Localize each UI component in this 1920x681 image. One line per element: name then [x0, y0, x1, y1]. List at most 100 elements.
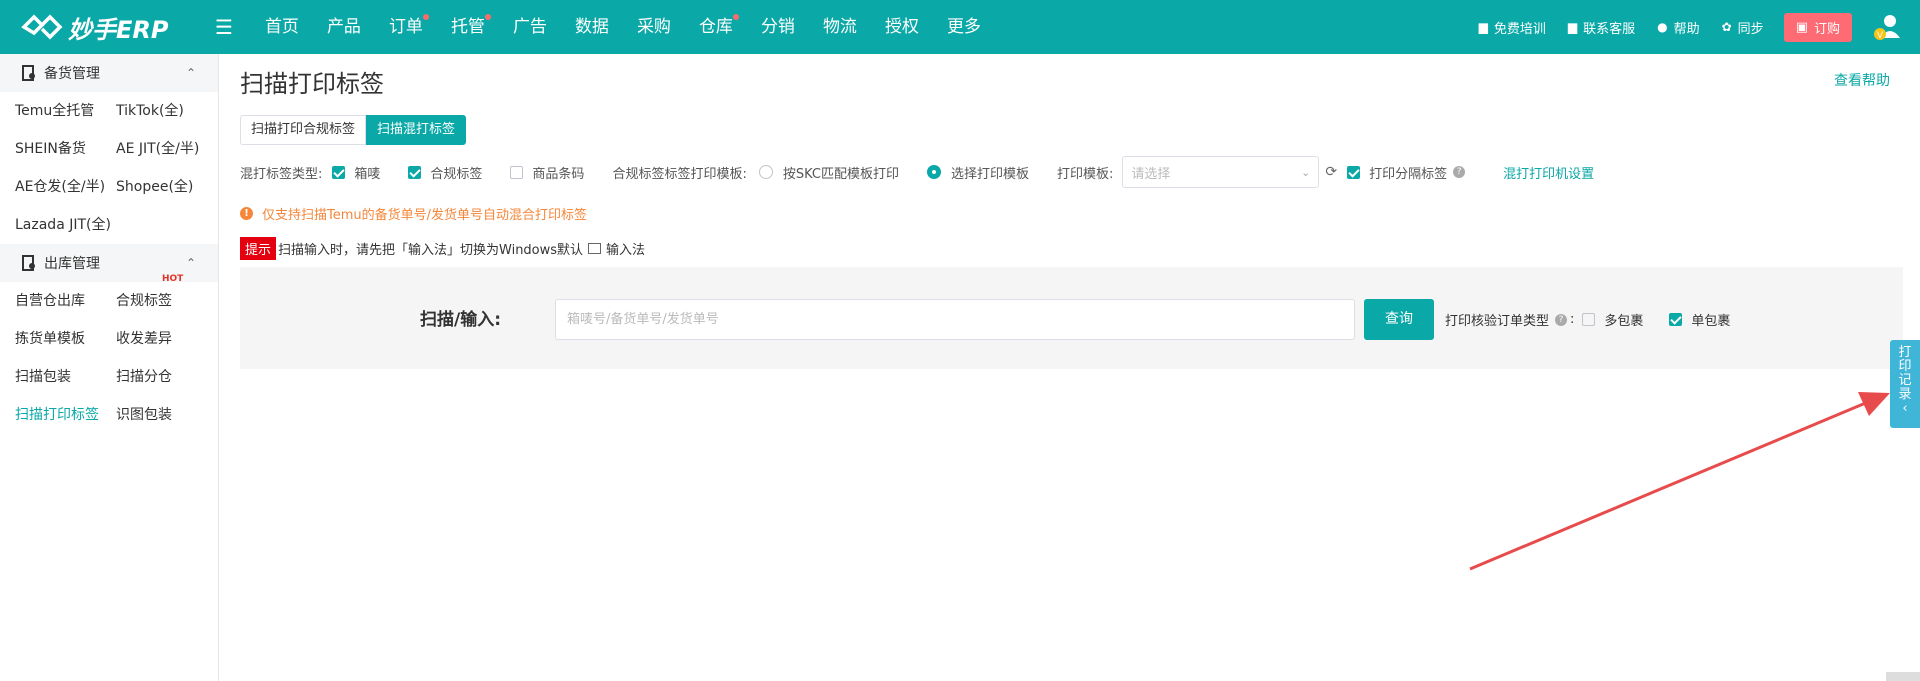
page-title: 扫描打印标签: [240, 70, 384, 98]
nav-item[interactable]: 采购: [623, 0, 685, 54]
sidebar-item[interactable]: 合规标签 HOT: [116, 274, 226, 320]
nav-item[interactable]: 授权: [871, 0, 933, 54]
scrollbar[interactable]: [1886, 672, 1920, 681]
compliance-label-checkbox[interactable]: 合规标签: [408, 163, 482, 182]
print-template-select[interactable]: 请选择 ⌄: [1122, 156, 1320, 188]
sidebar: 备货管理 ⌃ Temu全托管 TikTok(全) SHEIN备货 AE JIT(全/半…: [0, 54, 219, 681]
question-icon[interactable]: ?: [1453, 166, 1466, 178]
radio-skc-label: 按SKC匹配模板打印: [782, 166, 899, 182]
nav-item[interactable]: 首页: [251, 0, 313, 54]
logo-text: 妙手ERP: [68, 15, 169, 44]
nav-item[interactable]: 广告: [499, 0, 561, 54]
checkbox-checked-icon: [1669, 313, 1683, 326]
nav-item[interactable]: 仓库: [685, 0, 747, 54]
order-label: 订购: [1813, 21, 1840, 37]
box-mark-label: 箱唛: [354, 166, 381, 182]
sidebar-item[interactable]: 收发差异: [116, 320, 226, 358]
side-tab-char: 打: [1898, 345, 1912, 360]
checkbox-unchecked-icon: [1582, 313, 1596, 326]
nav-item[interactable]: 更多: [933, 0, 995, 54]
sidebar-item[interactable]: 扫描打印标签: [15, 396, 116, 434]
sidebar-group-stock-title: 备货管理: [44, 66, 100, 82]
main-content: 扫描打印标签 查看帮助 扫描打印合规标签 扫描混打标签 混打标签类型: 箱唛 合…: [219, 54, 1920, 681]
help-link[interactable]: ● 帮助: [1657, 18, 1700, 37]
sync-label: 同步: [1737, 21, 1764, 37]
nav-item[interactable]: 物流: [809, 0, 871, 54]
info-icon: !: [240, 207, 253, 220]
chevron-up-icon: ⌃: [185, 66, 196, 80]
top-navbar: 妙手ERP ☰ 首页 产品 订单 托管 广告 数据 采购 仓库 分销 物流 授权 更多 ▆ 免费培训 ▆…: [0, 0, 1920, 54]
tab-compliance-label[interactable]: 扫描打印合规标签: [240, 115, 367, 145]
sidebar-item[interactable]: 扫描分仓: [116, 358, 226, 396]
print-separator-label: 打印分隔标签: [1369, 166, 1448, 182]
tab-mixed-label[interactable]: 扫描混打标签: [366, 115, 467, 145]
free-training-link[interactable]: ▆ 免费培训: [1479, 18, 1546, 37]
tab-bar: 扫描打印合规标签 扫描混打标签: [240, 115, 467, 145]
sync-link[interactable]: ✿ 同步: [1722, 18, 1764, 37]
nav-item-label: 采购: [636, 17, 671, 37]
sidebar-item-label: 收发差异: [116, 331, 172, 347]
order-button[interactable]: ▣ 订购: [1783, 12, 1852, 42]
contact-support-label: 联系客服: [1583, 21, 1636, 37]
sidebar-item[interactable]: 扫描包装: [15, 358, 116, 396]
sidebar-item-label: 扫描分仓: [116, 369, 172, 385]
sidebar-group-outbound[interactable]: 出库管理 ⌃: [0, 244, 218, 282]
chevron-up-icon: ⌃: [185, 256, 196, 270]
tip-text: 扫描输入时，请先把「输入法」切换为Windows默认: [278, 243, 584, 258]
contact-support-link[interactable]: ▆ 联系客服: [1568, 18, 1635, 37]
checkbox-checked-icon: [408, 165, 422, 179]
query-button[interactable]: 查询: [1364, 299, 1434, 340]
scan-input[interactable]: 箱唛号/备货单号/发货单号: [555, 299, 1355, 340]
print-separator-checkbox[interactable]: 打印分隔标签?: [1347, 163, 1466, 182]
multi-package-label: 多包裹: [1604, 314, 1644, 329]
scan-panel: 扫描/输入: 箱唛号/备货单号/发货单号 查询 打印核验订单类型 ? : 多包裹…: [240, 267, 1903, 369]
sidebar-item[interactable]: TikTok(全): [116, 92, 226, 130]
notice-message: ! 仅支持扫描Temu的备货单号/发货单号自动混合打印标签: [240, 204, 587, 223]
refresh-icon[interactable]: ⟳: [1325, 164, 1337, 180]
sidebar-item[interactable]: Lazada JIT(全): [15, 206, 116, 244]
sidebar-item[interactable]: Shopee(全): [116, 168, 226, 206]
sidebar-item[interactable]: Temu全托管: [15, 92, 116, 130]
sidebar-item[interactable]: AE JIT(全/半): [116, 130, 226, 168]
user-icon: V: [1874, 15, 1900, 40]
help-label: 帮助: [1673, 21, 1700, 37]
barcode-checkbox[interactable]: 商品条码: [510, 163, 584, 182]
compliance-label-text: 合规标签: [430, 166, 483, 182]
sidebar-item[interactable]: 自营仓出库: [15, 282, 116, 320]
print-records-tab[interactable]: 打 印 记 录 ‹: [1890, 340, 1920, 428]
radio-checked-icon: [926, 165, 941, 179]
multi-package-checkbox[interactable]: 多包裹: [1582, 310, 1643, 329]
nav-item-label: 首页: [264, 17, 299, 37]
question-icon[interactable]: ?: [1555, 313, 1568, 326]
sidebar-item[interactable]: SHEIN备货: [15, 130, 116, 168]
nav-item[interactable]: 产品: [313, 0, 375, 54]
side-tab-char: 印: [1898, 359, 1912, 374]
nav-item[interactable]: 分销: [747, 0, 809, 54]
sidebar-item[interactable]: 识图包装: [116, 396, 226, 434]
sidebar-item-label: 合规标签: [116, 293, 172, 309]
svg-text:V: V: [1877, 30, 1883, 40]
checkbox-unchecked-icon: [510, 165, 524, 179]
sidebar-item[interactable]: AE仓发(全/半): [15, 168, 116, 206]
sidebar-group-outbound-title: 出库管理: [44, 256, 100, 272]
radio-select-template[interactable]: 选择打印模板: [926, 163, 1029, 182]
printer-settings-link[interactable]: 混打打印机设置: [1503, 163, 1594, 182]
nav-item[interactable]: 数据: [561, 0, 623, 54]
single-package-checkbox[interactable]: 单包裹: [1669, 310, 1730, 329]
nav-item[interactable]: 订单: [375, 0, 437, 54]
sidebar-group-stock[interactable]: 备货管理 ⌃: [0, 54, 218, 92]
chat-icon: ▆: [1567, 20, 1578, 34]
menu-toggle-icon[interactable]: ☰: [215, 15, 233, 39]
view-help-link[interactable]: 查看帮助: [1834, 70, 1890, 90]
verify-label: 打印核验订单类型: [1445, 314, 1550, 329]
nav-item[interactable]: 托管: [437, 0, 499, 54]
nav-item-label: 托管: [450, 17, 485, 37]
notice-text: 仅支持扫描Temu的备货单号/发货单号自动混合打印标签: [262, 208, 588, 223]
sidebar-item[interactable]: 拣货单模板: [15, 320, 116, 358]
sidebar-item-label: AE JIT(全/半): [116, 141, 200, 157]
box-mark-checkbox[interactable]: 箱唛: [332, 163, 380, 182]
user-avatar[interactable]: V: [1872, 12, 1902, 42]
logo[interactable]: 妙手ERP: [20, 10, 190, 45]
checkbox-checked-icon: [332, 165, 346, 179]
radio-skc-template[interactable]: 按SKC匹配模板打印: [758, 163, 899, 182]
